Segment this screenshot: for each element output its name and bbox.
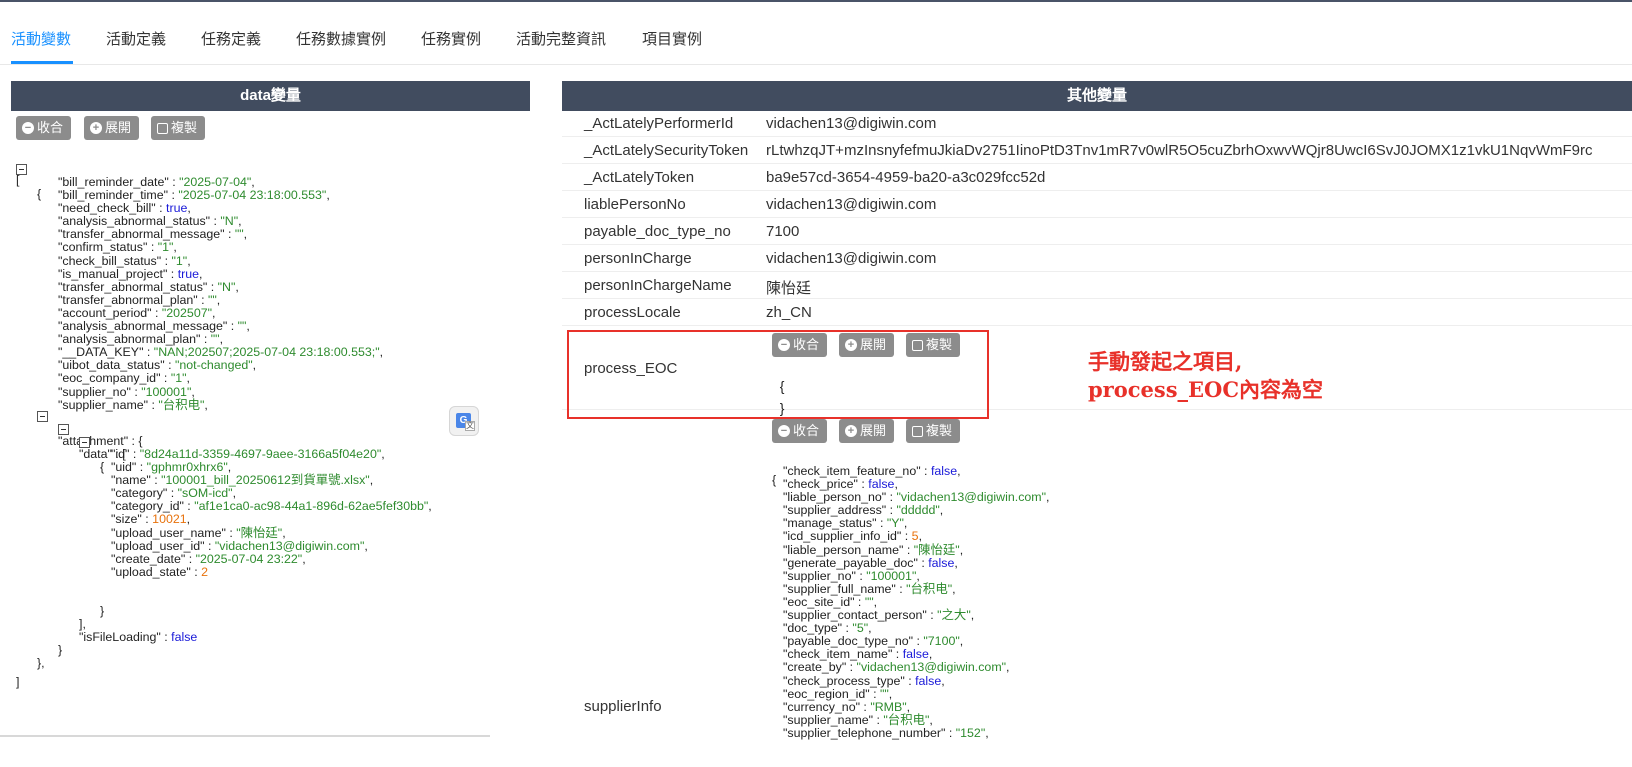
attachment-json-fields: "id" : "8d24a11d-3359-4697-9aee-3166a5f0… [111,447,432,579]
tab-project-instance[interactable]: 項目實例 [642,28,702,49]
active-tab-indicator [11,61,73,64]
table-row: personInCharge vidachen13@digiwin.com [562,245,1632,272]
tab-bar: 活動變數 活動定義 任務定義 任務數據實例 任務實例 活動完整資訊 項目實例 [0,2,1632,65]
data-variables-header: data變量 [11,81,530,111]
table-row: _ActLatelySecurityToken rLtwhzqJT+mzInsn… [562,137,1632,164]
tab-activity-variables[interactable]: 活動變數 [11,28,71,49]
json-open-brace: { [37,187,42,202]
tab-activity-full-info[interactable]: 活動完整資訊 [516,28,606,49]
table-row: _ActLatelyPerformerId vidachen13@digiwin… [562,110,1632,137]
plus-circle-icon: + [90,122,102,134]
table-row: payable_doc_type_no 7100 [562,218,1632,245]
minus-circle-icon: − [778,425,790,437]
translate-icon[interactable]: G 文 [449,406,479,436]
json-field: "upload_state" : 2 [111,564,208,579]
supplier-info-json-fields: "check_item_feature_no" : false, "check_p… [783,464,1049,740]
collapse-button[interactable]: − 收合 [772,419,828,443]
table-row: _ActLatelyToken ba9e57cd-3654-4959-ba20-… [562,164,1632,191]
table-row: processLocale zh_CN [562,299,1632,326]
tab-task-data-instance[interactable]: 任務數據實例 [296,28,386,49]
copy-button[interactable]: 複製 [906,419,961,443]
json-open-brace: { [100,460,105,475]
json-close-bracket: ] [16,675,20,690]
collapse-toggle-icon[interactable] [79,437,90,448]
annotation-line-1: 手動發起之項目, [1088,349,1243,374]
tab-task-definition[interactable]: 任務定義 [201,28,261,49]
tab-task-instance[interactable]: 任務實例 [421,28,481,49]
expand-button[interactable]: + 展開 [84,116,140,140]
json-is-file-loading: "isFileLoading" : false [79,630,198,645]
collapse-toggle-icon[interactable] [16,164,27,175]
tab-activity-definition[interactable]: 活動定義 [106,28,166,49]
table-row: personInChargeName 陳怡廷 [562,272,1632,299]
annotation-line-2: process_EOC內容為空 [1088,377,1324,402]
expand-button[interactable]: + 展開 [839,419,895,443]
json-close-brace: } [58,643,63,658]
copy-icon [157,122,168,134]
other-variables-header: 其他變量 [562,81,1632,111]
table-row: liablePersonNo vidachen13@digiwin.com [562,191,1632,218]
copy-icon [912,425,923,437]
table-row-supplier-info: supplierInfo [584,698,662,715]
plus-circle-icon: + [845,425,857,437]
horizontal-scrollbar[interactable] [0,735,490,737]
collapse-button[interactable]: − 收合 [16,116,72,140]
highlight-box [567,330,989,419]
data-json-fields: "bill_reminder_date" : "2025-07-04", "bil… [58,175,383,412]
json-open-brace: { [772,473,777,488]
json-close-brace: }, [37,656,45,671]
copy-button[interactable]: 複製 [151,116,206,140]
minus-circle-icon: − [22,122,34,134]
json-open-bracket: [ [16,173,20,188]
collapse-toggle-icon[interactable] [58,424,69,435]
json-field: "supplier_telephone_number" : "152", [783,725,989,740]
collapse-toggle-icon[interactable] [37,411,48,422]
